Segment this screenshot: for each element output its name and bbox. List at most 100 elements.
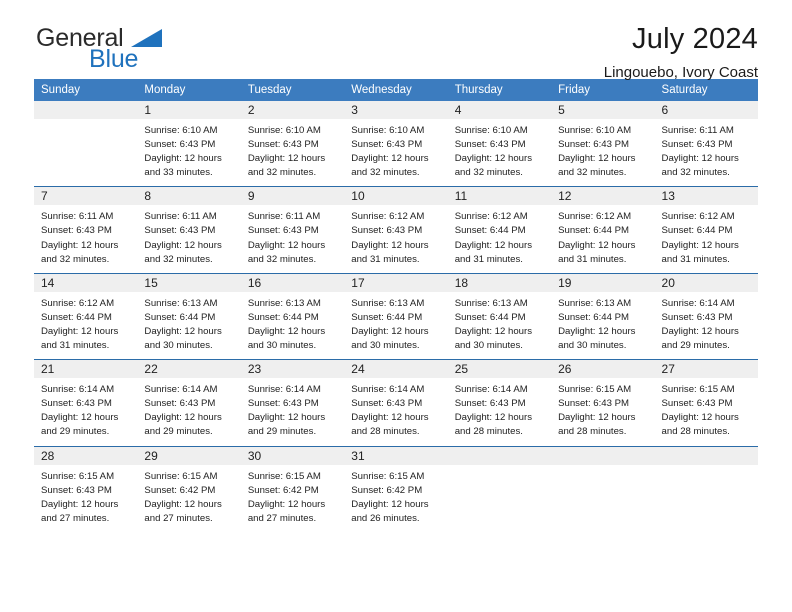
calendar-day-cell[interactable]: 4 Sunrise: 6:10 AM Sunset: 6:43 PM Daylight… bbox=[447, 101, 552, 187]
day-number: 11 bbox=[447, 187, 552, 206]
sunset-text: Sunset: 6:43 PM bbox=[351, 225, 423, 237]
calendar-day-cell[interactable]: 10 Sunrise: 6:12 AM Sunset: 6:43 PM Dayligh… bbox=[344, 186, 448, 274]
daylight-text-line1: Daylight: 12 hours bbox=[41, 325, 119, 337]
sunset-text: Sunset: 6:43 PM bbox=[144, 398, 216, 410]
day-details: Sunrise: 6:12 AM Sunset: 6:44 PM Daylight:… bbox=[655, 205, 758, 272]
sunset-text: Sunset: 6:44 PM bbox=[661, 225, 733, 237]
day-details: Sunrise: 6:15 AM Sunset: 6:42 PM Daylight:… bbox=[344, 465, 447, 532]
calendar-day-cell[interactable]: 1 Sunrise: 6:10 AM Sunset: 6:43 PM Daylight… bbox=[137, 101, 241, 187]
sunrise-text: Sunrise: 6:14 AM bbox=[661, 297, 735, 309]
daylight-text-line1: Daylight: 12 hours bbox=[41, 239, 119, 251]
daylight-text-line1: Daylight: 12 hours bbox=[144, 325, 222, 337]
calendar-day-cell[interactable]: 17 Sunrise: 6:13 AM Sunset: 6:44 PM Dayligh… bbox=[344, 272, 448, 360]
day-number: 21 bbox=[34, 360, 138, 379]
calendar-day-cell[interactable]: 14 Sunrise: 6:12 AM Sunset: 6:44 PM Dayligh… bbox=[34, 272, 138, 360]
daylight-text-line1: Daylight: 12 hours bbox=[558, 153, 636, 165]
daylight-text-line1: Daylight: 12 hours bbox=[351, 153, 429, 165]
sunset-text: Sunset: 6:44 PM bbox=[558, 225, 630, 237]
calendar-day-cell[interactable]: 21 Sunrise: 6:14 AM Sunset: 6:43 PM Dayligh… bbox=[34, 359, 138, 446]
sunset-text: Sunset: 6:44 PM bbox=[454, 311, 526, 323]
calendar-day-cell[interactable]: 11 Sunrise: 6:12 AM Sunset: 6:44 PM Dayligh… bbox=[447, 186, 552, 274]
daylight-text-line1: Daylight: 12 hours bbox=[454, 153, 533, 165]
sunset-text: Sunset: 6:43 PM bbox=[558, 398, 630, 410]
day-number: 27 bbox=[654, 360, 758, 379]
daylight-text-line2: and 32 minutes. bbox=[351, 167, 420, 179]
sunrise-text: Sunrise: 6:11 AM bbox=[41, 211, 114, 223]
calendar-day-cell[interactable]: 24 Sunrise: 6:14 AM Sunset: 6:43 PM Dayligh… bbox=[344, 359, 448, 446]
day-number: 24 bbox=[344, 360, 448, 379]
day-number: 14 bbox=[34, 273, 138, 292]
sunset-text: Sunset: 6:44 PM bbox=[247, 311, 319, 323]
daylight-text-line1: Daylight: 12 hours bbox=[247, 412, 326, 424]
day-details: Sunrise: 6:11 AM Sunset: 6:43 PM Daylight:… bbox=[137, 205, 240, 272]
sunrise-text: Sunrise: 6:13 AM bbox=[351, 297, 425, 309]
daylight-text-line1: Daylight: 12 hours bbox=[454, 239, 533, 251]
day-details: Sunrise: 6:11 AM Sunset: 6:43 PM Daylight:… bbox=[34, 205, 137, 272]
calendar-day-cell[interactable]: 29 Sunrise: 6:15 AM Sunset: 6:42 PM Dayligh… bbox=[137, 445, 241, 532]
calendar-day-cell[interactable]: 27 Sunrise: 6:15 AM Sunset: 6:43 PM Dayligh… bbox=[654, 359, 758, 446]
daylight-text-line1: Daylight: 12 hours bbox=[558, 239, 636, 251]
day-details: Sunrise: 6:10 AM Sunset: 6:43 PM Daylight:… bbox=[448, 119, 551, 186]
sunrise-text: Sunrise: 6:15 AM bbox=[558, 384, 632, 396]
day-details: Sunrise: 6:13 AM Sunset: 6:44 PM Daylight:… bbox=[448, 292, 551, 359]
sunset-text: Sunset: 6:43 PM bbox=[247, 225, 319, 237]
calendar-day-cell[interactable]: 3 Sunrise: 6:10 AM Sunset: 6:43 PM Daylight… bbox=[344, 101, 448, 187]
calendar-day-cell[interactable]: 6 Sunrise: 6:11 AM Sunset: 6:43 PM Daylight… bbox=[654, 101, 758, 187]
day-number bbox=[654, 446, 758, 465]
calendar-day-cell[interactable]: 19 Sunrise: 6:13 AM Sunset: 6:44 PM Dayligh… bbox=[551, 272, 655, 360]
calendar-day-cell[interactable]: 8 Sunrise: 6:11 AM Sunset: 6:43 PM Daylight… bbox=[137, 186, 241, 274]
brand-logo[interactable]: General Blue bbox=[34, 22, 224, 74]
daylight-text-line1: Daylight: 12 hours bbox=[661, 325, 739, 337]
sunset-text: Sunset: 6:43 PM bbox=[41, 225, 112, 237]
calendar-day-cell[interactable]: 13 Sunrise: 6:12 AM Sunset: 6:44 PM Dayligh… bbox=[654, 186, 758, 274]
calendar-day-cell[interactable]: 22 Sunrise: 6:14 AM Sunset: 6:43 PM Dayligh… bbox=[137, 359, 241, 446]
calendar-day-cell[interactable]: 5 Sunrise: 6:10 AM Sunset: 6:43 PM Daylight… bbox=[551, 101, 655, 187]
sunrise-text: Sunrise: 6:11 AM bbox=[247, 211, 321, 223]
sunrise-text: Sunrise: 6:13 AM bbox=[247, 297, 321, 309]
calendar-week-row: 1 Sunrise: 6:10 AM Sunset: 6:43 PM Daylight… bbox=[34, 101, 758, 187]
calendar-day-cell[interactable]: 26 Sunrise: 6:15 AM Sunset: 6:43 PM Dayligh… bbox=[551, 359, 655, 446]
calendar-day-cell[interactable]: 7 Sunrise: 6:11 AM Sunset: 6:43 PM Daylight… bbox=[34, 186, 138, 274]
daylight-text-line2: and 32 minutes. bbox=[41, 253, 110, 265]
sunrise-text: Sunrise: 6:15 AM bbox=[247, 470, 321, 482]
calendar-day-cell[interactable]: 12 Sunrise: 6:12 AM Sunset: 6:44 PM Dayligh… bbox=[551, 186, 655, 274]
sunrise-text: Sunrise: 6:10 AM bbox=[558, 125, 632, 136]
calendar-day-cell[interactable]: 23 Sunrise: 6:14 AM Sunset: 6:43 PM Dayligh… bbox=[240, 359, 345, 446]
daylight-text-line2: and 26 minutes. bbox=[351, 512, 420, 524]
day-number: 30 bbox=[240, 446, 345, 465]
calendar-day-cell[interactable]: 9 Sunrise: 6:11 AM Sunset: 6:43 PM Daylight… bbox=[240, 186, 345, 274]
day-number: 9 bbox=[240, 187, 345, 206]
page-header: General Blue July 2024 Lingouebo, Ivory … bbox=[34, 0, 758, 80]
calendar-day-cell[interactable]: 31 Sunrise: 6:15 AM Sunset: 6:42 PM Dayligh… bbox=[344, 445, 448, 532]
weekday-header-thursday: Thursday bbox=[447, 79, 552, 101]
calendar-day-cell[interactable]: 15 Sunrise: 6:13 AM Sunset: 6:44 PM Dayligh… bbox=[137, 272, 241, 360]
calendar-day-cell[interactable]: 18 Sunrise: 6:13 AM Sunset: 6:44 PM Dayligh… bbox=[447, 272, 552, 360]
day-number: 26 bbox=[551, 360, 655, 379]
daylight-text-line2: and 32 minutes. bbox=[661, 167, 730, 179]
calendar-cell-empty bbox=[551, 445, 655, 532]
daylight-text-line1: Daylight: 12 hours bbox=[144, 498, 222, 510]
calendar-day-cell[interactable]: 25 Sunrise: 6:14 AM Sunset: 6:43 PM Dayligh… bbox=[447, 359, 552, 446]
daylight-text-line2: and 32 minutes. bbox=[247, 167, 317, 179]
day-details: Sunrise: 6:10 AM Sunset: 6:43 PM Daylight:… bbox=[344, 119, 447, 186]
calendar-day-cell[interactable]: 2 Sunrise: 6:10 AM Sunset: 6:43 PM Daylight… bbox=[240, 101, 345, 187]
day-number: 17 bbox=[344, 273, 448, 292]
day-details: Sunrise: 6:14 AM Sunset: 6:43 PM Daylight:… bbox=[655, 292, 758, 359]
calendar-day-cell[interactable]: 20 Sunrise: 6:14 AM Sunset: 6:43 PM Dayligh… bbox=[654, 272, 758, 360]
day-number: 16 bbox=[240, 273, 345, 292]
calendar-day-cell[interactable]: 16 Sunrise: 6:13 AM Sunset: 6:44 PM Dayligh… bbox=[240, 272, 345, 360]
day-details: Sunrise: 6:14 AM Sunset: 6:43 PM Daylight:… bbox=[448, 378, 551, 445]
day-details: Sunrise: 6:15 AM Sunset: 6:43 PM Daylight:… bbox=[34, 465, 137, 532]
sunset-text: Sunset: 6:43 PM bbox=[454, 139, 526, 151]
daylight-text-line2: and 31 minutes. bbox=[351, 253, 420, 265]
daylight-text-line2: and 30 minutes. bbox=[351, 340, 420, 352]
calendar-day-cell[interactable]: 30 Sunrise: 6:15 AM Sunset: 6:42 PM Dayligh… bbox=[240, 445, 345, 532]
day-details: Sunrise: 6:13 AM Sunset: 6:44 PM Daylight:… bbox=[344, 292, 447, 359]
day-details bbox=[655, 465, 758, 527]
day-details: Sunrise: 6:12 AM Sunset: 6:44 PM Daylight:… bbox=[551, 205, 654, 272]
daylight-text-line1: Daylight: 12 hours bbox=[41, 498, 119, 510]
daylight-text-line1: Daylight: 12 hours bbox=[351, 412, 429, 424]
calendar-day-cell[interactable]: 28 Sunrise: 6:15 AM Sunset: 6:43 PM Dayligh… bbox=[34, 445, 138, 532]
day-details: Sunrise: 6:15 AM Sunset: 6:43 PM Daylight:… bbox=[551, 378, 654, 445]
day-number: 18 bbox=[447, 273, 552, 292]
